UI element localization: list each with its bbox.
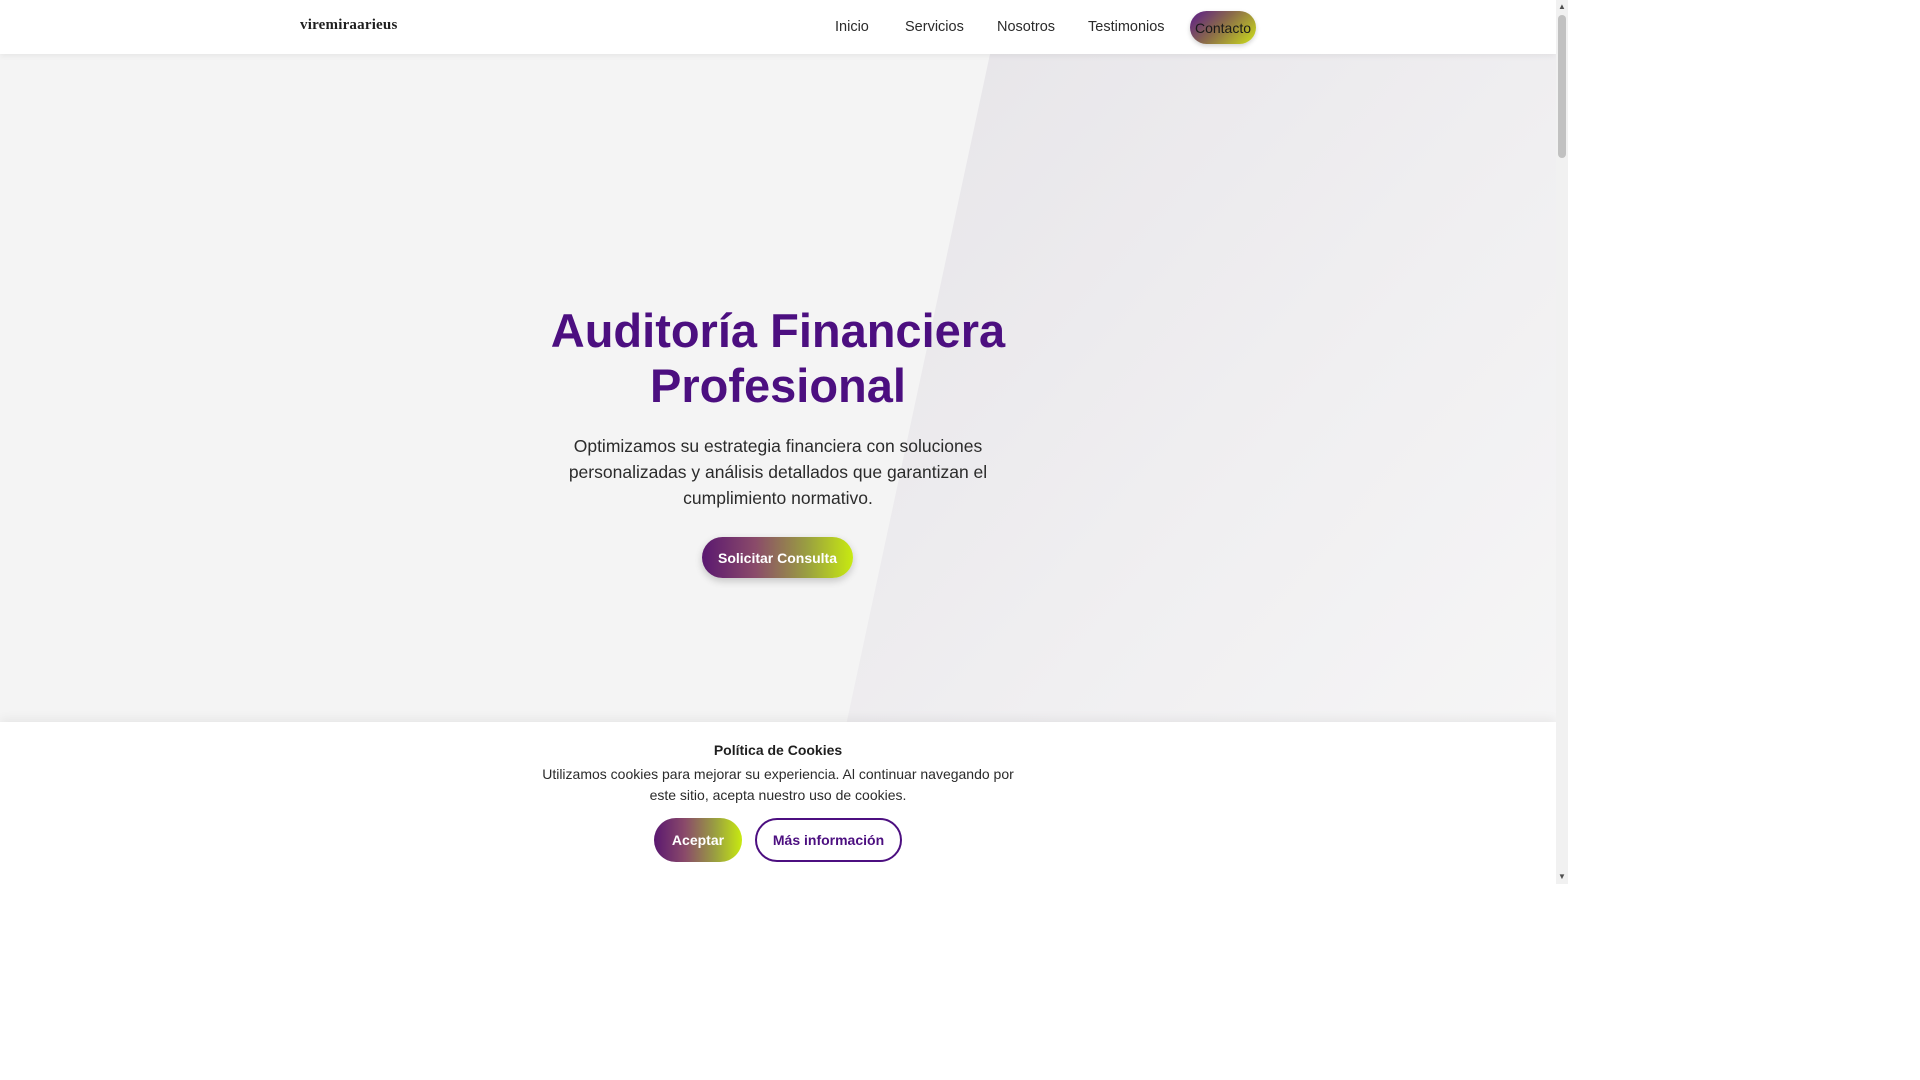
more-info-button[interactable]: Más información (755, 818, 902, 862)
site-logo[interactable]: viremiraarieus (300, 17, 398, 34)
page: viremiraarieus Inicio Servicios Nosotros… (0, 0, 1568, 884)
triangle-down-icon[interactable]: ▼ (1556, 870, 1568, 884)
nav-link-servicios[interactable]: Servicios (905, 19, 964, 35)
cookie-banner-title: Política de Cookies (713, 742, 843, 758)
nav-link-inicio[interactable]: Inicio (835, 19, 869, 35)
hero-title: Auditoría Financiera Profesional (478, 303, 1078, 413)
vertical-scrollbar[interactable]: ▲ ▼ (1556, 0, 1568, 884)
hero-title-line-2: Profesional (650, 359, 906, 412)
triangle-up-icon[interactable]: ▲ (1556, 0, 1568, 14)
scrollbar-thumb[interactable] (1558, 15, 1566, 158)
cookie-banner-text: Utilizamos cookies para mejorar su exper… (542, 766, 1014, 803)
hero-title-line-1: Auditoría Financiera (550, 304, 1006, 357)
contact-button[interactable]: Contacto (1190, 11, 1256, 44)
nav-link-testimonios[interactable]: Testimonios (1088, 19, 1165, 35)
hero-subtitle: Optimizamos su estrategia financiera con… (568, 436, 988, 508)
accept-cookies-button[interactable]: Aceptar (654, 818, 742, 862)
cookie-banner: Política de Cookies Utilizamos cookies p… (0, 722, 1556, 884)
site-header: viremiraarieus Inicio Servicios Nosotros… (0, 0, 1556, 54)
request-consultation-button[interactable]: Solicitar Consulta (702, 537, 853, 578)
nav-link-nosotros[interactable]: Nosotros (997, 19, 1055, 35)
